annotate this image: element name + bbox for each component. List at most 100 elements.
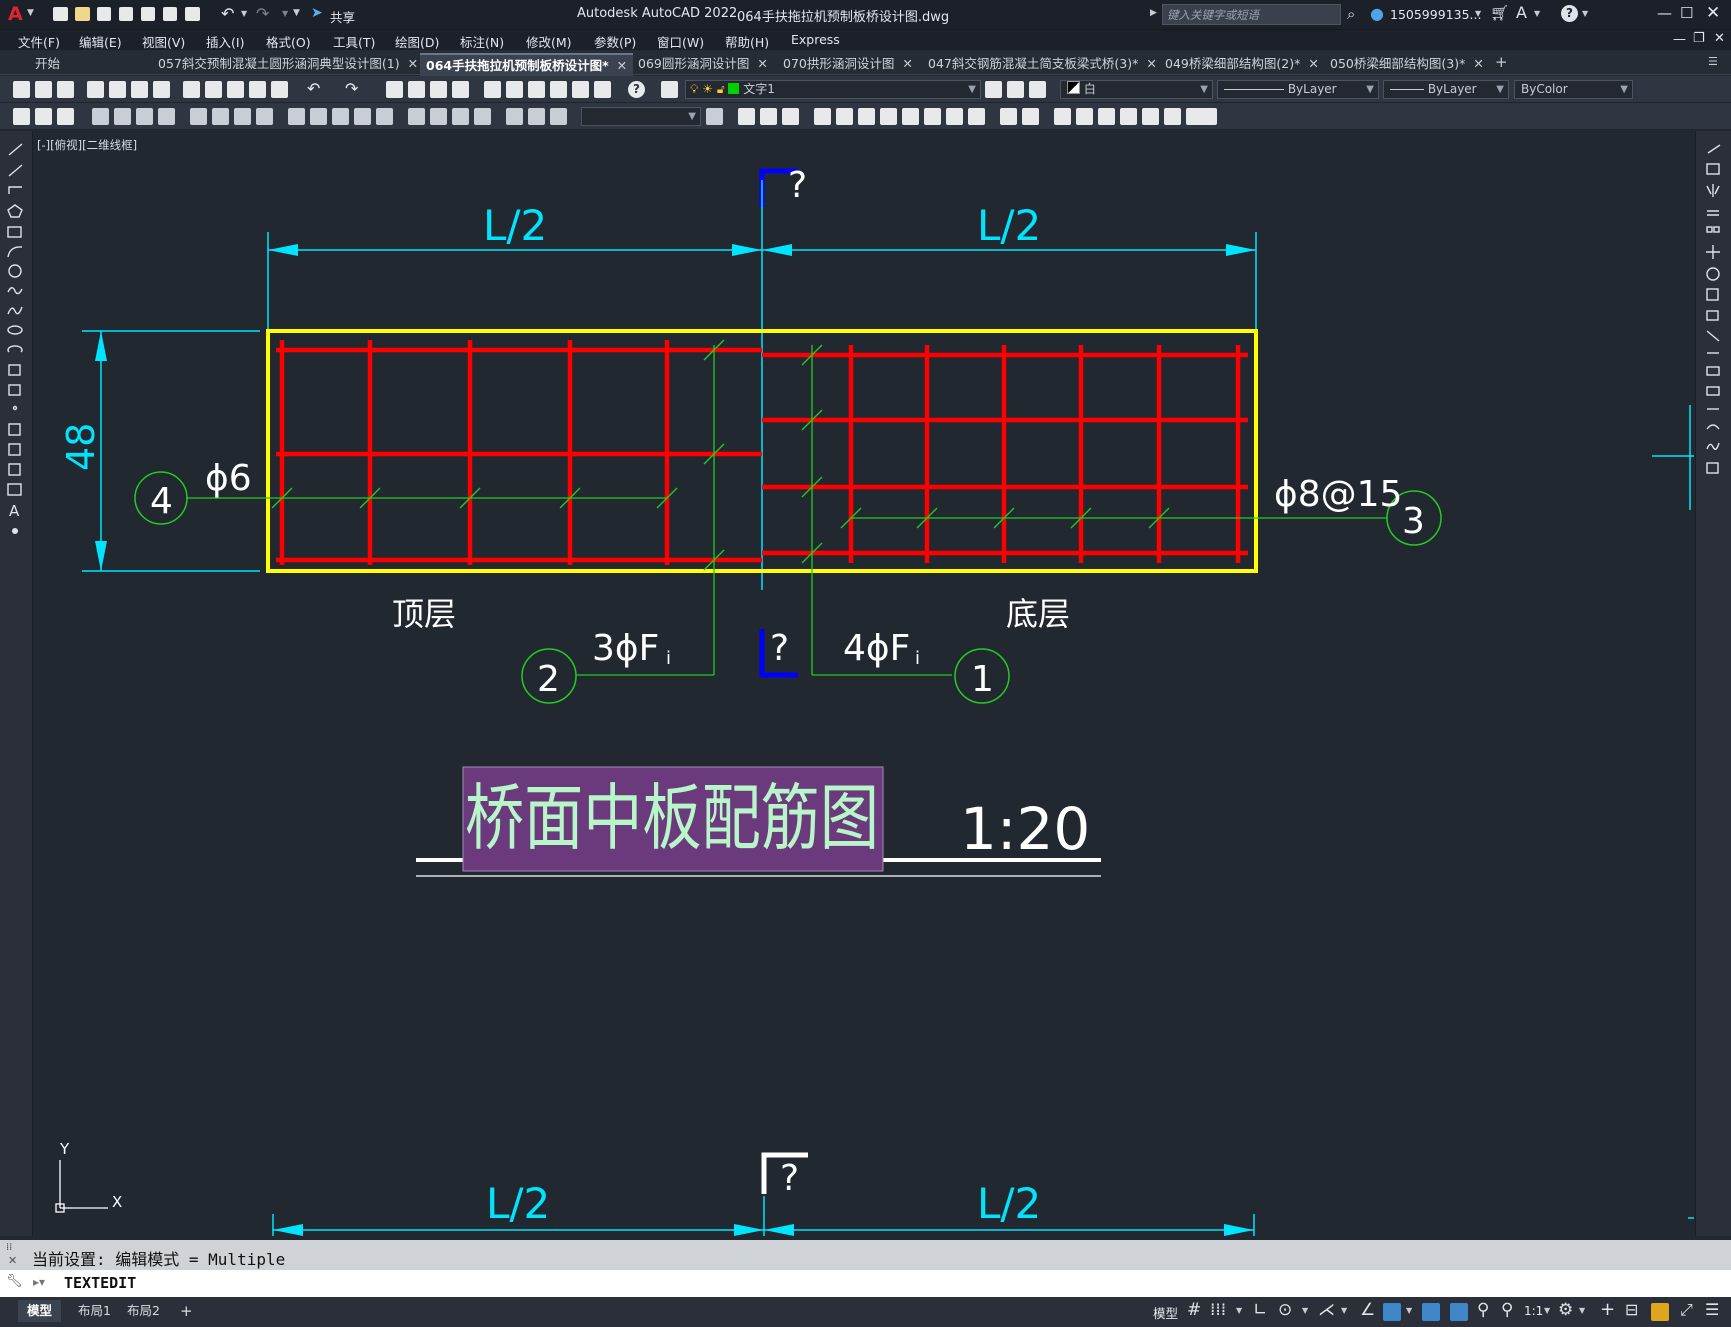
- modify-tool-icon[interactable]: [782, 108, 799, 125]
- share-button[interactable]: 共享: [330, 7, 355, 26]
- tab-069[interactable]: 069圆形涵洞设计图 ✕: [638, 53, 768, 74]
- inspection-icon[interactable]: [452, 108, 469, 125]
- quick-dimension-icon[interactable]: [288, 108, 305, 125]
- app-menu-chevron-icon[interactable]: ▼: [27, 8, 34, 18]
- tab-close-icon[interactable]: ✕: [902, 56, 912, 71]
- modify-tool-icon[interactable]: [1098, 108, 1115, 125]
- dimstyle-dropdown[interactable]: ▼: [581, 107, 701, 126]
- dimstyle-icon[interactable]: [706, 108, 723, 125]
- drawing-canvas[interactable]: [-][俯视][二维线框] ? ? ? L/2 L/2 48 4 3 2 1 ϕ…: [33, 131, 1694, 1236]
- plotstyle-dropdown[interactable]: ByColor ▼: [1514, 80, 1633, 99]
- properties-icon[interactable]: [484, 81, 501, 98]
- customize-status-icon[interactable]: ☰: [1705, 1300, 1719, 1319]
- modify-tool-icon[interactable]: [1142, 108, 1159, 125]
- dimedit-icon[interactable]: [506, 108, 523, 125]
- search-expand-icon[interactable]: ▶: [1150, 8, 1157, 18]
- annotation-scale-dropdown-icon[interactable]: ▼: [1544, 1306, 1550, 1315]
- tool-icon[interactable]: [35, 108, 52, 125]
- menu-help[interactable]: 帮助(H): [725, 32, 769, 51]
- cart-icon[interactable]: 🛒︎: [1490, 4, 1509, 22]
- hardware-accel-icon[interactable]: [1651, 1303, 1669, 1321]
- annotation-visibility-icon[interactable]: ⚲: [1477, 1300, 1489, 1320]
- modify-tool-icon[interactable]: [924, 108, 941, 125]
- modify-tool-icon[interactable]: [1054, 108, 1071, 125]
- modify-tool-icon[interactable]: [1120, 108, 1137, 125]
- menu-parametric[interactable]: 参数(P): [594, 32, 636, 51]
- redo-dropdown-icon[interactable]: ▼: [282, 9, 288, 18]
- tab-057[interactable]: 057斜交预制混凝土圆形涵洞典型设计图(1) ✕: [158, 53, 418, 74]
- save-as-icon[interactable]: [119, 7, 133, 21]
- modify-tool-icon[interactable]: [836, 108, 853, 125]
- layer-properties-icon[interactable]: [661, 81, 678, 98]
- customize-qat-icon[interactable]: ▼: [293, 8, 300, 18]
- command-line[interactable]: 🔧︎ ▸▾ TEXTEDIT: [0, 1270, 1731, 1297]
- menu-express[interactable]: Express: [791, 32, 840, 47]
- zoom-window-icon[interactable]: [430, 81, 447, 98]
- modify-tool-icon[interactable]: [858, 108, 875, 125]
- qnew-icon[interactable]: [13, 81, 30, 98]
- menu-edit[interactable]: 编辑(E): [79, 32, 122, 51]
- plot-icon[interactable]: [87, 81, 104, 98]
- tab-050[interactable]: 050桥梁细部结构图(3)* ✕: [1330, 53, 1484, 74]
- arc-length-icon[interactable]: [136, 108, 153, 125]
- tab-start[interactable]: 开始: [35, 53, 60, 74]
- isodraft-icon[interactable]: ⋌: [1318, 1300, 1335, 1320]
- baseline-icon[interactable]: [310, 108, 327, 125]
- dimupdate-icon[interactable]: [550, 108, 567, 125]
- layout-tab-2[interactable]: 布局2: [127, 1300, 160, 1322]
- make-current-icon[interactable]: [985, 81, 1002, 98]
- command-prompt-icon[interactable]: ▸▾: [33, 1275, 45, 1289]
- modify-tool-icon[interactable]: [902, 108, 919, 125]
- continue-icon[interactable]: [332, 108, 349, 125]
- ordinate-icon[interactable]: [158, 108, 175, 125]
- help-icon[interactable]: ?: [1561, 5, 1578, 22]
- doc-minimize-icon[interactable]: —: [1673, 32, 1686, 47]
- tab-close-icon[interactable]: ✕: [1146, 56, 1156, 71]
- autodesk-app-icon[interactable]: A: [1516, 3, 1527, 22]
- save-to-web-icon[interactable]: [163, 7, 177, 21]
- search-icon[interactable]: ⌕: [1347, 5, 1355, 23]
- preview-icon[interactable]: [109, 81, 126, 98]
- save-icon[interactable]: [97, 7, 111, 21]
- layout-tab-model[interactable]: 模型: [18, 1300, 62, 1322]
- polar-icon[interactable]: ⊙: [1278, 1300, 1292, 1320]
- space-icon[interactable]: [354, 108, 371, 125]
- new-file-icon[interactable]: [53, 7, 68, 21]
- center-mark-icon[interactable]: [430, 108, 447, 125]
- save-icon[interactable]: [57, 81, 74, 98]
- annotation-scale-icon[interactable]: ⚲: [1501, 1300, 1513, 1320]
- modify-tool-icon[interactable]: [1076, 108, 1093, 125]
- modify-tool-icon[interactable]: [1000, 108, 1017, 125]
- zoom-previous-icon[interactable]: [452, 81, 469, 98]
- modify-tool-icon[interactable]: [968, 108, 985, 125]
- tolerance-icon[interactable]: [408, 108, 425, 125]
- undo-icon[interactable]: ↶: [307, 79, 320, 98]
- tab-close-icon[interactable]: ✕: [1308, 56, 1318, 71]
- calculator-icon[interactable]: [594, 81, 611, 98]
- modify-tool-icon[interactable]: [738, 108, 755, 125]
- maximize-icon[interactable]: ☐: [1680, 4, 1693, 22]
- clean-screen-icon[interactable]: ⤢: [1680, 1300, 1693, 1320]
- linetype-dropdown[interactable]: ByLayer ▼: [1217, 80, 1379, 99]
- undo-icon[interactable]: ↶: [221, 4, 234, 23]
- menu-insert[interactable]: 插入(I): [206, 32, 244, 51]
- radius-icon[interactable]: [190, 108, 207, 125]
- aligned-dimension-icon[interactable]: [114, 108, 131, 125]
- modify-tool-icon[interactable]: [880, 108, 897, 125]
- search-input[interactable]: 键入关键字或短语: [1162, 4, 1341, 25]
- menu-window[interactable]: 窗口(W): [657, 32, 704, 51]
- layer-dropdown[interactable]: 💡︎ ☀ 🔓︎ 文字1 ▼: [685, 80, 981, 99]
- object-snap-dropdown-icon[interactable]: ▼: [1406, 1306, 1412, 1315]
- lineweight-dropdown[interactable]: ByLayer ▼: [1383, 80, 1509, 99]
- new-tab-icon[interactable]: +: [1495, 53, 1508, 71]
- redo-icon[interactable]: ↷: [256, 4, 269, 23]
- publish-icon[interactable]: [131, 81, 148, 98]
- snap-icon[interactable]: ⁞⁞⁞: [1210, 1300, 1226, 1320]
- command-input[interactable]: TEXTEDIT: [64, 1274, 136, 1292]
- break-icon[interactable]: [376, 108, 393, 125]
- dimtedit-icon[interactable]: [528, 108, 545, 125]
- tool-icon[interactable]: [57, 108, 74, 125]
- transparency-icon[interactable]: [1450, 1303, 1468, 1321]
- menu-view[interactable]: 视图(V): [142, 32, 185, 51]
- user-dropdown-icon[interactable]: ▼: [1475, 9, 1481, 18]
